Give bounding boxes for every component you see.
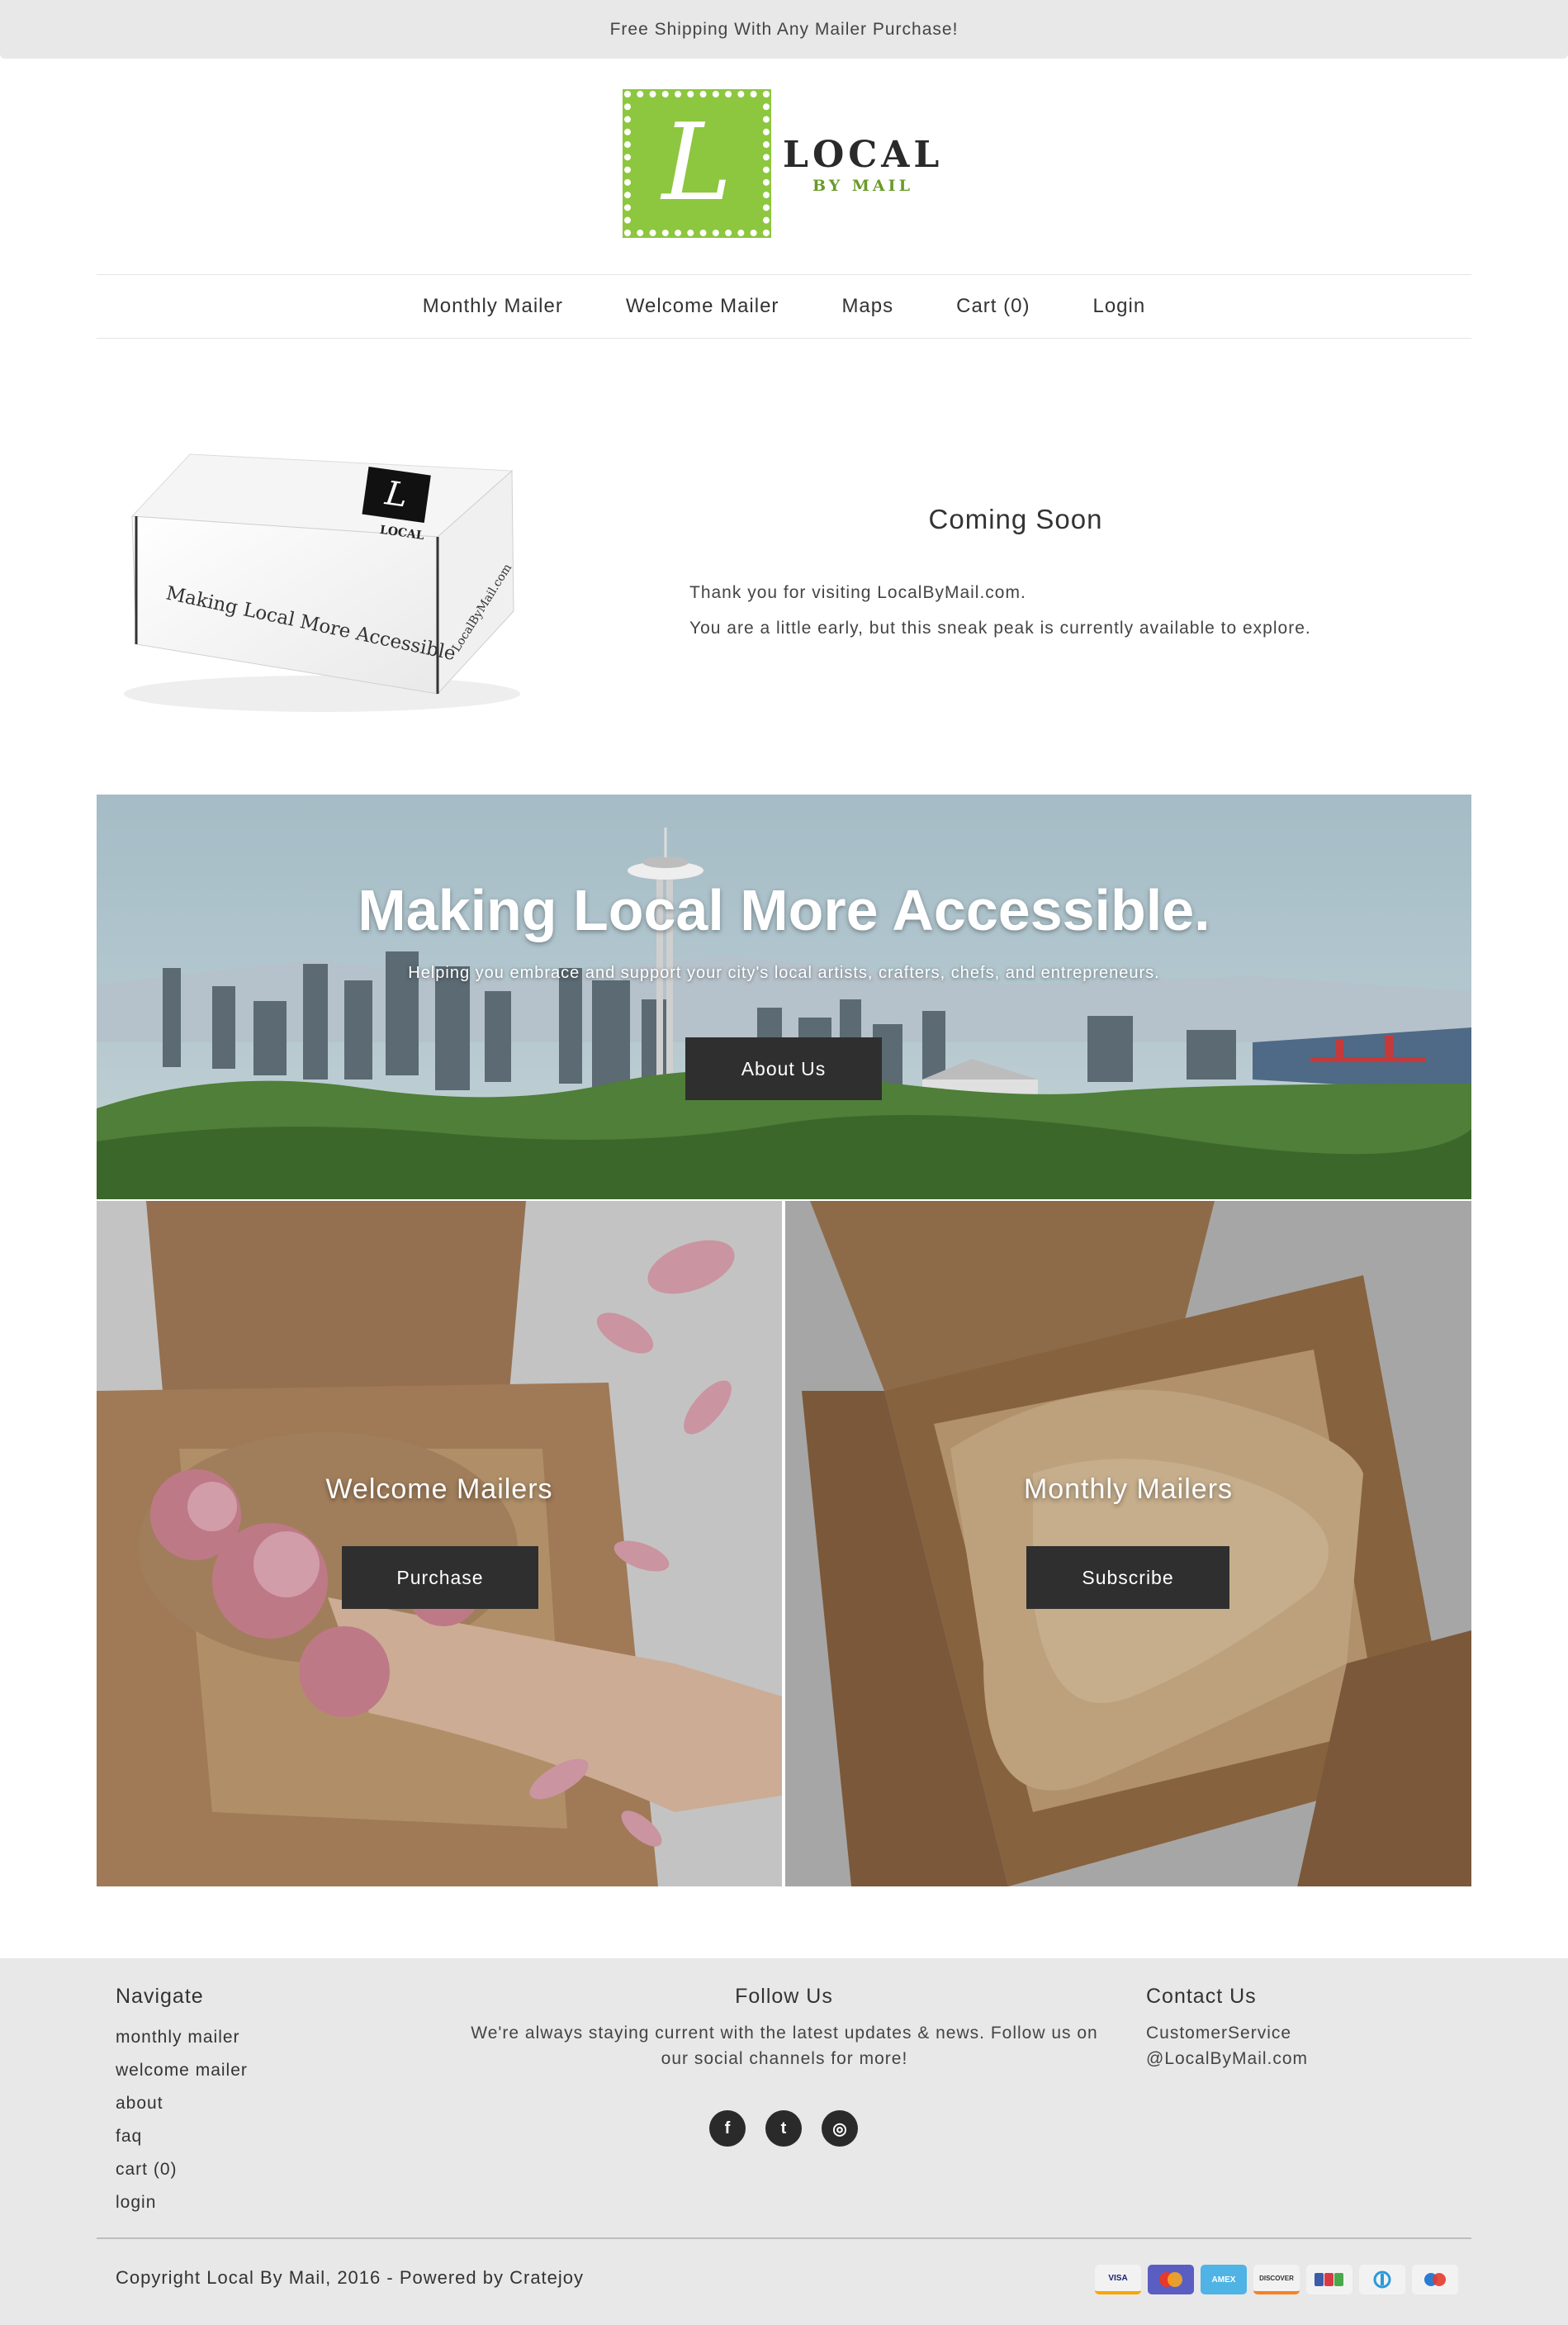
- about-us-button[interactable]: About Us: [685, 1037, 882, 1100]
- coming-soon-title: Coming Soon: [928, 504, 1103, 534]
- footer-divider: [97, 2237, 1471, 2239]
- intro-line-2: You are a little early, but this sneak p…: [689, 619, 1311, 638]
- visa-card-icon: VISA: [1095, 2265, 1141, 2294]
- flowers-box-image: [97, 1201, 782, 1886]
- footer-follow-line-2: our social channels for more!: [661, 2049, 908, 2068]
- maestro-card-icon: [1412, 2265, 1458, 2294]
- footer-link-about[interactable]: about: [116, 2094, 163, 2114]
- logo-stamp: L: [623, 89, 771, 238]
- footer-contact-heading: Contact Us: [1146, 1985, 1257, 2008]
- contact-email-line-1[interactable]: CustomerService: [1146, 2024, 1291, 2043]
- footer-link-login[interactable]: login: [116, 2193, 156, 2213]
- nav-maps[interactable]: Maps: [841, 295, 893, 318]
- monthly-mailers-panel[interactable]: Monthly Mailers Subscribe: [785, 1201, 1471, 1886]
- logo-letter: L: [661, 102, 732, 225]
- nav-monthly-mailer[interactable]: Monthly Mailer: [423, 295, 563, 318]
- contact-email-line-2[interactable]: @LocalByMail.com: [1146, 2049, 1308, 2069]
- hero-banner: Making Local More Accessible. Helping yo…: [97, 795, 1471, 1199]
- welcome-mailers-title: Welcome Mailers: [325, 1473, 553, 1505]
- logo-wordmark: LOCAL: [783, 134, 944, 176]
- mastercard-icon: [1148, 2265, 1194, 2294]
- amex-card-icon: AMEX: [1201, 2265, 1247, 2294]
- purchase-button[interactable]: Purchase: [342, 1546, 538, 1609]
- subscribe-button[interactable]: Subscribe: [1026, 1546, 1229, 1609]
- city-skyline-image: [97, 828, 1471, 1199]
- discover-card-icon: DISCOVER: [1253, 2265, 1300, 2294]
- logo-subtitle: BY MAIL: [812, 177, 913, 195]
- footer-link-cart[interactable]: cart (0): [116, 2160, 178, 2180]
- facebook-icon[interactable]: f: [709, 2110, 746, 2147]
- welcome-mailers-panel[interactable]: Welcome Mailers Purchase: [97, 1201, 782, 1886]
- announcement-bar: Free Shipping With Any Mailer Purchase!: [0, 0, 1568, 59]
- monthly-mailers-title: Monthly Mailers: [1023, 1473, 1234, 1505]
- hero-subtitle: Helping you embrace and support your cit…: [408, 964, 1160, 982]
- copyright-text: Copyright Local By Mail, 2016 - Powered …: [116, 2267, 585, 2288]
- open-box-image: [785, 1201, 1471, 1886]
- intro-line-1: Thank you for visiting LocalByMail.com.: [689, 583, 1026, 602]
- main-nav: Monthly Mailer Welcome Mailer Maps Cart …: [97, 274, 1471, 339]
- announcement-text: Free Shipping With Any Mailer Purchase!: [609, 19, 959, 39]
- hero-title: Making Local More Accessible.: [358, 878, 1210, 942]
- twitter-icon[interactable]: t: [765, 2110, 802, 2147]
- footer-follow-line-1: We're always staying current with the la…: [471, 2024, 1098, 2043]
- nav-welcome-mailer[interactable]: Welcome Mailer: [626, 295, 779, 318]
- footer-link-faq[interactable]: faq: [116, 2127, 142, 2147]
- footer-link-monthly-mailer[interactable]: monthly mailer: [116, 2028, 240, 2047]
- diners-club-icon: [1359, 2265, 1405, 2294]
- nav-login[interactable]: Login: [1092, 295, 1145, 318]
- instagram-icon[interactable]: ◎: [822, 2110, 858, 2147]
- mailer-box-image: L LOCAL Making Local More Accessible Loc…: [124, 453, 520, 712]
- logo[interactable]: L LOCAL BY MAIL: [623, 89, 939, 240]
- jcb-card-icon: [1306, 2265, 1352, 2294]
- nav-cart[interactable]: Cart (0): [956, 295, 1030, 318]
- footer-follow-heading: Follow Us: [735, 1985, 833, 2008]
- footer-link-welcome-mailer[interactable]: welcome mailer: [116, 2061, 248, 2081]
